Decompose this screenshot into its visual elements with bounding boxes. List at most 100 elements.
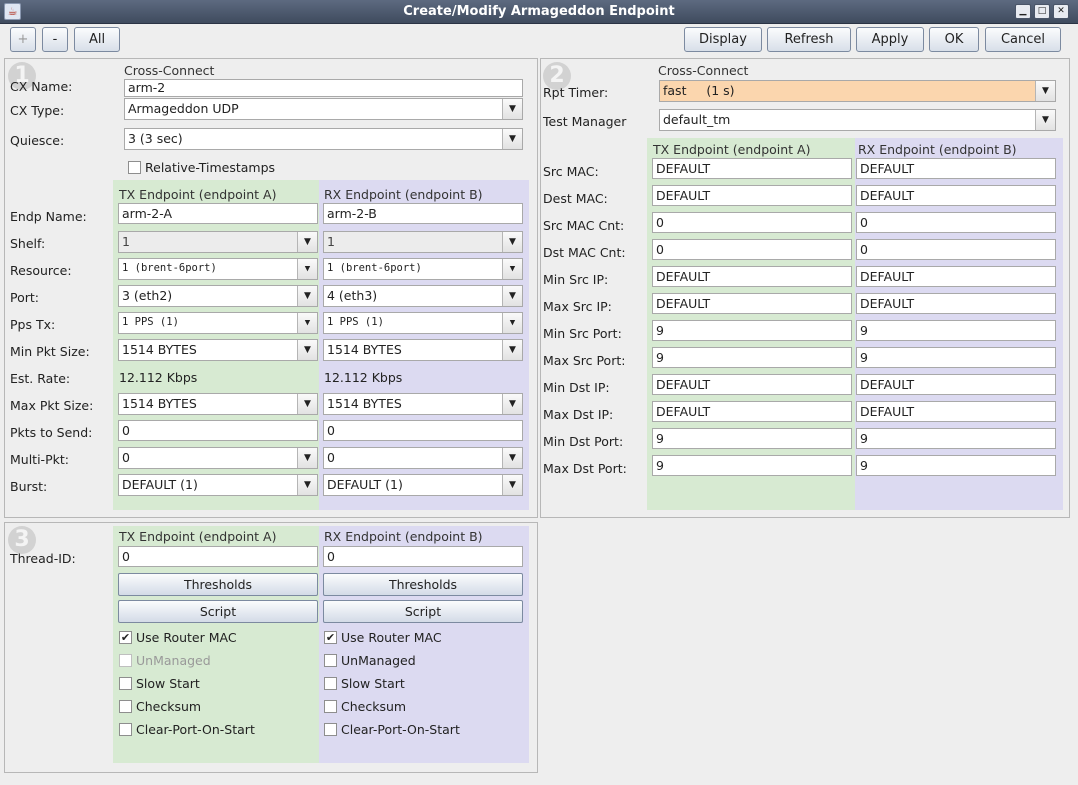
chevron-down-icon: ▼ — [502, 448, 522, 468]
rx-thread-id-input[interactable]: 0 — [323, 546, 523, 567]
rx-option-checkbox[interactable] — [324, 654, 337, 667]
rx-field-input[interactable]: DEFAULT — [856, 158, 1056, 179]
remove-button[interactable]: - — [42, 27, 68, 52]
rx-port-select[interactable]: 4 (eth3) ▼ — [323, 285, 523, 307]
chevron-down-icon: ▼ — [502, 129, 522, 149]
tx-endp-name-input[interactable]: arm-2-A — [118, 203, 318, 224]
rx-thresholds-button[interactable]: Thresholds — [323, 573, 523, 596]
tx-option-checkbox[interactable] — [119, 700, 132, 713]
tx-endpoint-header: TX Endpoint (endpoint A) — [653, 142, 811, 157]
rx-field-input[interactable]: 9 — [856, 320, 1056, 341]
tx-pps-select[interactable]: 1 PPS (1) ▼ — [118, 312, 318, 334]
cancel-button[interactable]: Cancel — [985, 27, 1061, 52]
apply-button[interactable]: Apply — [856, 27, 924, 52]
rx-pps-select[interactable]: 1 PPS (1) ▼ — [323, 312, 523, 334]
tx-option-label: Slow Start — [136, 676, 200, 691]
tx-min-pkt-select[interactable]: 1514 BYTES ▼ — [118, 339, 318, 361]
rx-resource-select[interactable]: 1 (brent-6port) ▼ — [323, 258, 523, 280]
rx-field-input[interactable]: DEFAULT — [856, 293, 1056, 314]
rx-shelf-select[interactable]: 1 ▼ — [323, 231, 523, 253]
rx-option-checkbox[interactable] — [324, 723, 337, 736]
tx-field-input[interactable]: 9 — [652, 455, 852, 476]
tx-option-checkbox[interactable] — [119, 677, 132, 690]
rx-option-checkbox[interactable]: ✔ — [324, 631, 337, 644]
field-label: Src MAC: — [543, 164, 599, 179]
tx-option-checkbox[interactable] — [119, 654, 132, 667]
rx-max-pkt-select[interactable]: 1514 BYTES ▼ — [323, 393, 523, 415]
maximize-icon[interactable]: □ — [1034, 4, 1050, 19]
display-button[interactable]: Display — [684, 27, 762, 52]
tx-field-input[interactable]: 9 — [652, 428, 852, 449]
thread-id-label: Thread-ID: — [10, 551, 76, 566]
tx-script-button[interactable]: Script — [118, 600, 318, 623]
cx-name-input[interactable]: arm-2 — [124, 79, 523, 97]
tx-field-input[interactable]: DEFAULT — [652, 185, 852, 206]
add-button[interactable]: + — [10, 27, 36, 52]
tx-field-input[interactable]: DEFAULT — [652, 401, 852, 422]
tx-option-checkbox[interactable]: ✔ — [119, 631, 132, 644]
tx-pkts-send-input[interactable]: 0 — [118, 420, 318, 441]
test-manager-select[interactable]: default_tm ▼ — [659, 109, 1056, 131]
relative-timestamps-checkbox[interactable] — [128, 161, 141, 174]
rx-endp-name-input[interactable]: arm-2-B — [323, 203, 523, 224]
rpt-timer-select[interactable]: fast (1 s) ▼ — [659, 80, 1056, 102]
chevron-down-icon: ▼ — [297, 394, 317, 414]
tx-max-pkt-select[interactable]: 1514 BYTES ▼ — [118, 393, 318, 415]
tx-field-input[interactable]: 9 — [652, 320, 852, 341]
cx-type-select[interactable]: Armageddon UDP ▼ — [124, 98, 523, 120]
rx-option-label: Slow Start — [341, 676, 405, 691]
rx-field-input[interactable]: 0 — [856, 239, 1056, 260]
ok-button[interactable]: OK — [929, 27, 979, 52]
rx-option-checkbox[interactable] — [324, 677, 337, 690]
rx-multi-pkt-select[interactable]: 0 ▼ — [323, 447, 523, 469]
tx-field-input[interactable]: 0 — [652, 212, 852, 233]
rx-field-input[interactable]: 9 — [856, 347, 1056, 368]
quiesce-select[interactable]: 3 (3 sec) ▼ — [124, 128, 523, 150]
chevron-down-icon: ▼ — [297, 286, 317, 306]
tx-thresholds-button[interactable]: Thresholds — [118, 573, 318, 596]
cx-name-label: CX Name: — [10, 79, 73, 94]
rx-pkts-send-input[interactable]: 0 — [323, 420, 523, 441]
cx-type-label: CX Type: — [10, 103, 65, 118]
tx-option-label: Clear-Port-On-Start — [136, 722, 255, 737]
field-label: Dest MAC: — [543, 191, 608, 206]
rx-field-input[interactable]: DEFAULT — [856, 266, 1056, 287]
tx-field-input[interactable]: DEFAULT — [652, 374, 852, 395]
rx-field-input[interactable]: DEFAULT — [856, 185, 1056, 206]
rx-field-input[interactable]: DEFAULT — [856, 401, 1056, 422]
tx-resource-select[interactable]: 1 (brent-6port) ▼ — [118, 258, 318, 280]
resource-label: Resource: — [10, 263, 72, 278]
port-label: Port: — [10, 290, 39, 305]
multi-pkt-label: Multi-Pkt: — [10, 452, 69, 467]
minimize-icon[interactable]: ▁ — [1015, 4, 1031, 19]
close-icon[interactable]: ✕ — [1053, 4, 1069, 19]
tx-field-input[interactable]: 9 — [652, 347, 852, 368]
rx-field-input[interactable]: DEFAULT — [856, 374, 1056, 395]
tx-option-checkbox[interactable] — [119, 723, 132, 736]
field-label: Min Dst IP: — [543, 380, 610, 395]
tx-field-input[interactable]: DEFAULT — [652, 266, 852, 287]
refresh-button[interactable]: Refresh — [767, 27, 851, 52]
rx-option-label: UnManaged — [341, 653, 416, 668]
rx-script-button[interactable]: Script — [323, 600, 523, 623]
chevron-down-icon: ▼ — [502, 313, 522, 333]
rx-field-input[interactable]: 0 — [856, 212, 1056, 233]
chevron-down-icon: ▼ — [297, 259, 317, 279]
all-button[interactable]: All — [74, 27, 120, 52]
rx-field-input[interactable]: 9 — [856, 455, 1056, 476]
chevron-down-icon: ▼ — [502, 394, 522, 414]
rx-option-checkbox[interactable] — [324, 700, 337, 713]
tx-field-input[interactable]: DEFAULT — [652, 158, 852, 179]
rx-field-input[interactable]: 9 — [856, 428, 1056, 449]
tx-thread-id-input[interactable]: 0 — [118, 546, 318, 567]
tx-shelf-select[interactable]: 1 ▼ — [118, 231, 318, 253]
tx-port-select[interactable]: 3 (eth2) ▼ — [118, 285, 318, 307]
rx-min-pkt-select[interactable]: 1514 BYTES ▼ — [323, 339, 523, 361]
rx-burst-select[interactable]: DEFAULT (1) ▼ — [323, 474, 523, 496]
tx-field-input[interactable]: DEFAULT — [652, 293, 852, 314]
tx-field-input[interactable]: 0 — [652, 239, 852, 260]
tx-burst-select[interactable]: DEFAULT (1) ▼ — [118, 474, 318, 496]
min-pkt-label: Min Pkt Size: — [10, 344, 90, 359]
tx-multi-pkt-select[interactable]: 0 ▼ — [118, 447, 318, 469]
title-bar: ☕ Create/Modify Armageddon Endpoint ▁ □ … — [0, 0, 1078, 24]
